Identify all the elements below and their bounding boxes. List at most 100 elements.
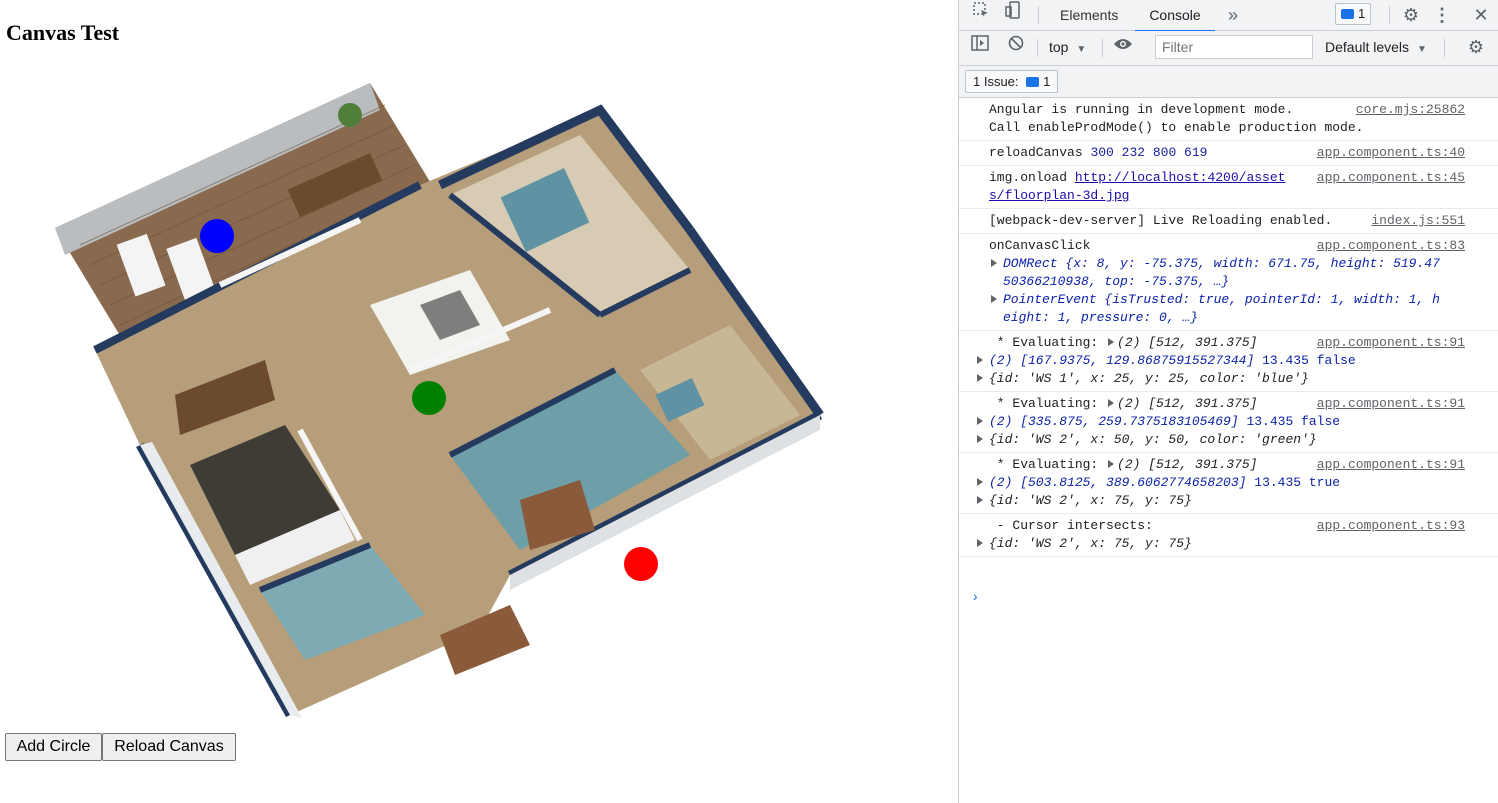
source-link[interactable]: app.component.ts:83	[1312, 237, 1465, 255]
source-link[interactable]: app.component.ts:45	[1312, 169, 1465, 187]
expand-arrow-icon[interactable]	[1108, 399, 1115, 407]
expand-arrow-icon[interactable]	[1108, 460, 1115, 468]
message-numbers: 300 232 800 619	[1090, 145, 1208, 160]
tab-elements[interactable]: Elements	[1060, 0, 1118, 30]
issue-count-button[interactable]: 1 Issue: 1	[965, 70, 1059, 93]
inspect-icon[interactable]	[967, 1, 995, 29]
result-values: 13.435 false	[1262, 353, 1356, 368]
toolbar-divider	[1389, 6, 1390, 24]
sidebar-icon[interactable]	[967, 33, 993, 61]
console-messages: Angular is running in development mode. …	[959, 98, 1498, 803]
object-value[interactable]: {id: 'WS 1', x: 25, y: 25, color: 'blue'…	[989, 371, 1309, 386]
message-text: * Evaluating:	[989, 396, 1107, 411]
toolbar-divider	[1444, 39, 1445, 57]
expand-arrow-icon[interactable]	[977, 417, 983, 425]
issue-chat-icon	[1026, 76, 1040, 87]
app-page: Canvas Test Add Circle Reload Canvas	[0, 0, 958, 803]
source-link[interactable]: app.component.ts:93	[1312, 517, 1465, 535]
close-icon[interactable]: ✕	[1467, 1, 1495, 29]
circle-marker[interactable]	[412, 381, 446, 415]
source-link[interactable]: app.component.ts:91	[1312, 395, 1465, 413]
source-link[interactable]: app.component.ts:91	[1312, 334, 1465, 352]
console-message: * Evaluating: (2) [512, 391.375] (2) [33…	[959, 392, 1498, 453]
message-text: [webpack-dev-server] Live Reloading enab…	[989, 213, 1333, 228]
toolbar-divider	[1102, 39, 1103, 57]
expand-arrow-icon[interactable]	[977, 496, 983, 504]
array-value[interactable]: (2) [335.875, 259.7375183105469]	[989, 414, 1239, 429]
circle-marker[interactable]	[624, 547, 658, 581]
expand-arrow-icon[interactable]	[977, 435, 983, 443]
console-message: [webpack-dev-server] Live Reloading enab…	[959, 209, 1498, 234]
expand-arrow-icon	[991, 295, 997, 303]
devtools-tab-bar: Elements Console » 1 ⚙ ⋮ ✕	[959, 0, 1498, 32]
console-message: reloadCanvas 300 232 800 619 app.compone…	[959, 141, 1498, 166]
message-text: img.onload	[989, 170, 1068, 185]
array-value[interactable]: (2) [512, 391.375]	[1117, 457, 1257, 472]
source-link[interactable]: app.component.ts:40	[1312, 144, 1465, 162]
object-value[interactable]: {id: 'WS 2', x: 75, y: 75}	[989, 493, 1192, 508]
array-value[interactable]: (2) [503.8125, 389.6062774658203]	[989, 475, 1246, 490]
message-text: * Evaluating:	[989, 335, 1107, 350]
object-continuation: 50366210938, top: -75.375, …}	[1003, 274, 1230, 289]
device-toggle-icon[interactable]	[999, 1, 1027, 29]
issues-badge-count: 1	[1358, 6, 1366, 21]
circle-marker[interactable]	[200, 219, 234, 253]
more-vert-icon[interactable]: ⋮	[1432, 1, 1452, 29]
source-link[interactable]: app.component.ts:91	[1312, 456, 1465, 474]
toolbar-divider	[1038, 6, 1039, 24]
console-settings-icon[interactable]: ⚙	[1462, 33, 1490, 61]
settings-icon[interactable]: ⚙	[1397, 1, 1425, 29]
issues-badge[interactable]: 1	[1335, 3, 1372, 25]
eye-icon[interactable]	[1109, 33, 1137, 61]
expand-arrow-icon[interactable]	[977, 478, 983, 486]
expand-arrow-icon	[991, 259, 997, 267]
result-values: 13.435 true	[1254, 475, 1341, 490]
console-message: * Evaluating: (2) [512, 391.375] (2) [50…	[959, 453, 1498, 514]
toolbar-divider	[1037, 39, 1038, 57]
expand-arrow-icon[interactable]	[1108, 338, 1115, 346]
asset-url-link[interactable]: http://localhost:4200/asset	[1075, 170, 1286, 185]
devtools-panel: Elements Console » 1 ⚙ ⋮ ✕ top ▼ Default…	[958, 0, 1498, 803]
object-value[interactable]: {id: 'WS 2', x: 50, y: 50, color: 'green…	[989, 432, 1317, 447]
expand-arrow-icon[interactable]	[977, 374, 983, 382]
message-text: * Evaluating:	[989, 457, 1107, 472]
issue-bar: 1 Issue: 1	[959, 66, 1498, 98]
add-circle-button[interactable]: Add Circle	[5, 733, 102, 761]
array-value[interactable]: (2) [512, 391.375]	[1117, 396, 1257, 411]
dropdown-arrow-icon: ▼	[1076, 44, 1087, 55]
context-selector[interactable]: top ▼	[1049, 39, 1086, 55]
floorplan-canvas[interactable]	[40, 70, 840, 730]
console-message: onCanvasClick DOMRect {x: 8, y: -75.375,…	[959, 234, 1498, 331]
page-title: Canvas Test	[6, 20, 120, 45]
filter-input[interactable]	[1155, 35, 1313, 59]
array-value[interactable]: (2) [512, 391.375]	[1117, 335, 1257, 350]
console-prompt[interactable]: ›	[971, 590, 979, 606]
message-text: reloadCanvas	[989, 145, 1083, 160]
expand-arrow-icon[interactable]	[977, 539, 983, 547]
console-message: Angular is running in development mode. …	[959, 98, 1498, 141]
issue-label: 1 Issue:	[973, 74, 1019, 89]
console-message: - Cursor intersects: {id: 'WS 2', x: 75,…	[959, 514, 1498, 557]
asset-url-link[interactable]: s/floorplan-3d.jpg	[989, 188, 1129, 203]
console-message: img.onload http://localhost:4200/asset s…	[959, 166, 1498, 209]
log-levels-label: Default levels	[1325, 39, 1410, 55]
reload-canvas-button[interactable]: Reload Canvas	[102, 733, 236, 761]
expandable-object[interactable]: PointerEvent {isTrusted: true, pointerId…	[989, 291, 1465, 309]
source-link[interactable]: core.mjs:25862	[1351, 101, 1465, 119]
source-link[interactable]: index.js:551	[1367, 212, 1465, 230]
array-value[interactable]: (2) [167.9375, 129.86875915527344]	[989, 353, 1254, 368]
clear-icon[interactable]	[1003, 33, 1029, 61]
object-value[interactable]: {id: 'WS 2', x: 75, y: 75}	[989, 536, 1192, 551]
expandable-object[interactable]: DOMRect {x: 8, y: -75.375, width: 671.75…	[989, 255, 1465, 273]
context-label: top	[1049, 39, 1069, 55]
issue-chat-icon	[1341, 8, 1354, 19]
more-tabs-icon[interactable]: »	[1228, 0, 1238, 30]
dropdown-arrow-icon: ▼	[1416, 44, 1427, 55]
tab-console[interactable]: Console	[1135, 0, 1215, 32]
result-values: 13.435 false	[1246, 414, 1341, 429]
log-levels-dropdown[interactable]: Default levels ▼	[1325, 39, 1427, 55]
message-text: Call enableProdMode() to enable producti…	[989, 120, 1364, 135]
expand-arrow-icon[interactable]	[977, 356, 983, 364]
console-toolbar: top ▼ Default levels ▼ ⚙	[959, 31, 1498, 66]
console-message: * Evaluating: (2) [512, 391.375] (2) [16…	[959, 331, 1498, 392]
